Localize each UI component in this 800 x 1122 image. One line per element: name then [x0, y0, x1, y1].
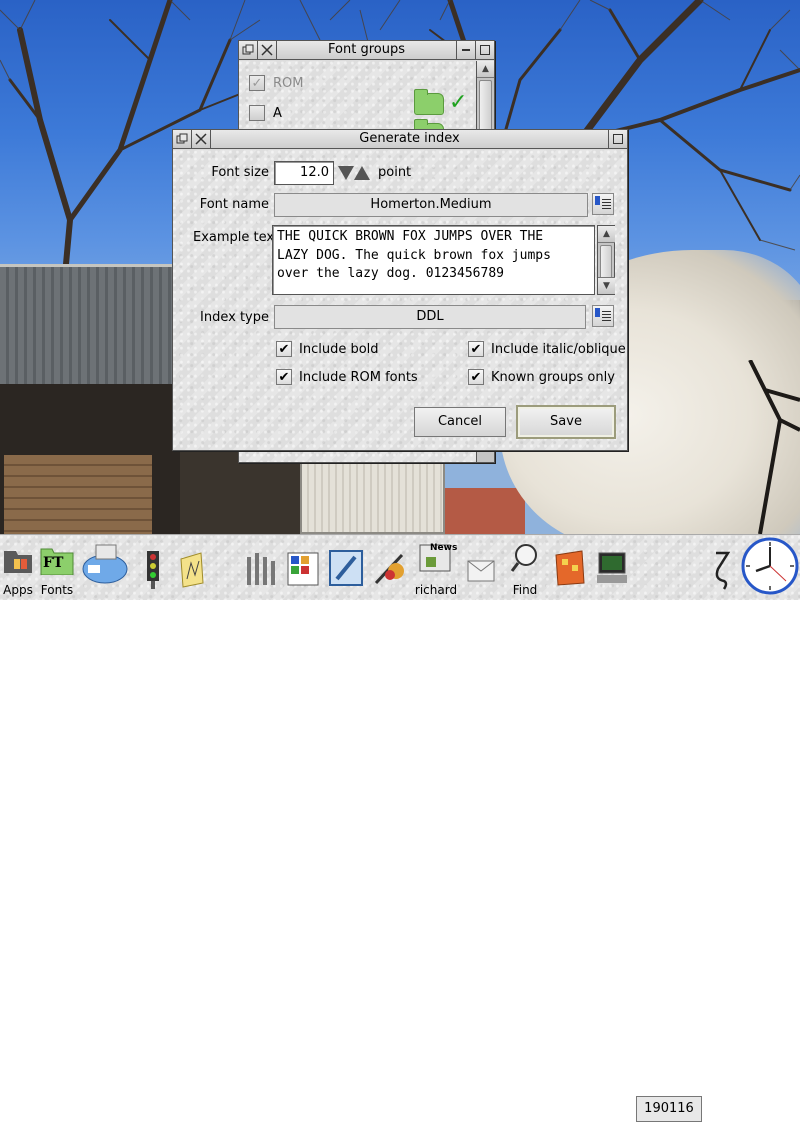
decrease-arrow-icon[interactable]	[338, 166, 354, 180]
iconise-button[interactable]	[456, 41, 475, 59]
example-text-scrollbar[interactable]: ▲ ▼	[597, 225, 615, 295]
dialog-body: Font size 12.0 point Font name Homerton.…	[173, 150, 627, 450]
fonts-icon[interactable]: FT Fonts	[38, 535, 76, 601]
close-button[interactable]	[192, 130, 211, 148]
example-text-line: over the lazy dog. 0123456789	[277, 266, 504, 281]
include-bold-checkbox[interactable]: ✔	[276, 341, 292, 357]
news-badge: News	[430, 543, 458, 553]
generate-index-dialog[interactable]: Generate index Font size 12.0 point Font…	[172, 129, 628, 451]
back-button[interactable]	[239, 41, 258, 59]
include-rom-label: Include ROM fonts	[299, 369, 418, 385]
font-size-unit: point	[378, 165, 412, 180]
list-item[interactable]: ✓ ROM	[249, 71, 303, 95]
include-rom-option[interactable]: ✔ Include ROM fonts	[276, 369, 418, 385]
close-icon	[195, 133, 207, 145]
example-text-input[interactable]: THE QUICK BROWN FOX JUMPS OVER THE LAZY …	[272, 225, 595, 295]
apps-icon[interactable]: Apps	[0, 535, 36, 601]
network-drive-icon[interactable]	[80, 535, 130, 601]
wooden-panel	[4, 455, 152, 534]
fonts-label: Fonts	[40, 583, 74, 597]
scroll-up-arrow-icon[interactable]: ▲	[598, 226, 615, 243]
notepad-icon[interactable]	[175, 535, 209, 601]
save-button[interactable]: Save	[516, 405, 616, 439]
find-label: Find	[512, 583, 538, 597]
mixer-icon[interactable]	[242, 535, 278, 601]
back-button[interactable]	[173, 130, 192, 148]
iconise-icon	[462, 49, 470, 51]
fonts-badge: FT	[43, 555, 64, 571]
dialog-title[interactable]: Generate index	[211, 130, 608, 148]
find-icon[interactable]: Find	[506, 535, 544, 601]
include-italic-option[interactable]: ✔ Include italic/oblique	[468, 341, 626, 357]
clock-readout[interactable]: 190116	[636, 1096, 702, 1122]
cancel-button[interactable]: Cancel	[414, 407, 506, 437]
example-text-line: THE QUICK BROWN FOX JUMPS OVER THE	[277, 229, 544, 244]
scroll-down-arrow-icon[interactable]: ▼	[598, 277, 615, 294]
clock-icon[interactable]	[740, 535, 800, 601]
artworks-icon[interactable]	[370, 535, 410, 601]
example-text-label: Example text	[193, 230, 280, 245]
include-rom-checkbox[interactable]: ✔	[276, 369, 292, 385]
task-manager-icon[interactable]	[593, 535, 631, 601]
back-icon	[176, 133, 188, 144]
include-italic-checkbox[interactable]: ✔	[468, 341, 484, 357]
checkbox[interactable]: ✓	[249, 75, 265, 91]
menu-icon	[595, 308, 600, 317]
back-icon	[242, 44, 254, 55]
menu-icon	[595, 196, 600, 205]
red-object	[445, 488, 525, 534]
traffic-light-icon[interactable]	[138, 535, 168, 601]
folder-icon[interactable]	[414, 89, 444, 115]
toggle-size-button[interactable]	[475, 41, 494, 59]
index-type-menu-button[interactable]	[592, 305, 614, 327]
close-button[interactable]	[258, 41, 277, 59]
richard-icon[interactable]: News richard	[412, 535, 460, 601]
group-label: ROM	[273, 75, 304, 91]
font-name-display: Homerton.Medium	[274, 193, 588, 217]
list-item[interactable]: A	[249, 101, 282, 125]
stable-roof-left	[0, 264, 175, 384]
font-groups-titlebar[interactable]: Font groups	[239, 41, 494, 60]
tick-icon: ✓	[449, 90, 468, 115]
include-bold-option[interactable]: ✔ Include bold	[276, 341, 379, 357]
generate-index-titlebar[interactable]: Generate index	[173, 130, 627, 149]
zeta-icon[interactable]	[708, 535, 736, 601]
toggle-size-button[interactable]	[608, 130, 627, 148]
index-type-display: DDL	[274, 305, 586, 329]
group-label: A	[273, 105, 282, 121]
include-italic-label: Include italic/oblique	[491, 341, 626, 357]
increase-arrow-icon[interactable]	[354, 166, 370, 180]
mail-icon[interactable]	[464, 535, 498, 601]
known-groups-label: Known groups only	[491, 369, 615, 385]
toggle-size-icon	[480, 45, 490, 55]
known-groups-option[interactable]: ✔ Known groups only	[468, 369, 615, 385]
example-text-line: LAZY DOG. The quick brown fox jumps	[277, 247, 551, 263]
icon-bar: Apps FT Fonts News richard Find 190116	[0, 534, 800, 1122]
bridle-straps	[748, 360, 800, 534]
apps-label: Apps	[3, 583, 33, 597]
index-type-label: Index type	[200, 310, 269, 325]
known-groups-checkbox[interactable]: ✔	[468, 369, 484, 385]
font-name-menu-button[interactable]	[592, 193, 614, 215]
include-bold-label: Include bold	[299, 341, 379, 357]
paint-icon[interactable]	[284, 535, 322, 601]
close-icon	[261, 44, 273, 56]
toggle-size-icon	[613, 134, 623, 144]
font-name-label: Font name	[199, 197, 269, 212]
richard-label: richard	[414, 583, 458, 597]
draw-icon[interactable]	[327, 535, 365, 601]
font-size-label: Font size	[211, 165, 269, 180]
filer-icon[interactable]	[552, 535, 588, 601]
window-title[interactable]: Font groups	[277, 41, 456, 59]
scroll-up-arrow-icon[interactable]: ▲	[477, 61, 494, 78]
font-size-input[interactable]: 12.0	[274, 161, 334, 185]
stable-door	[300, 462, 445, 534]
checkbox[interactable]	[249, 105, 265, 121]
